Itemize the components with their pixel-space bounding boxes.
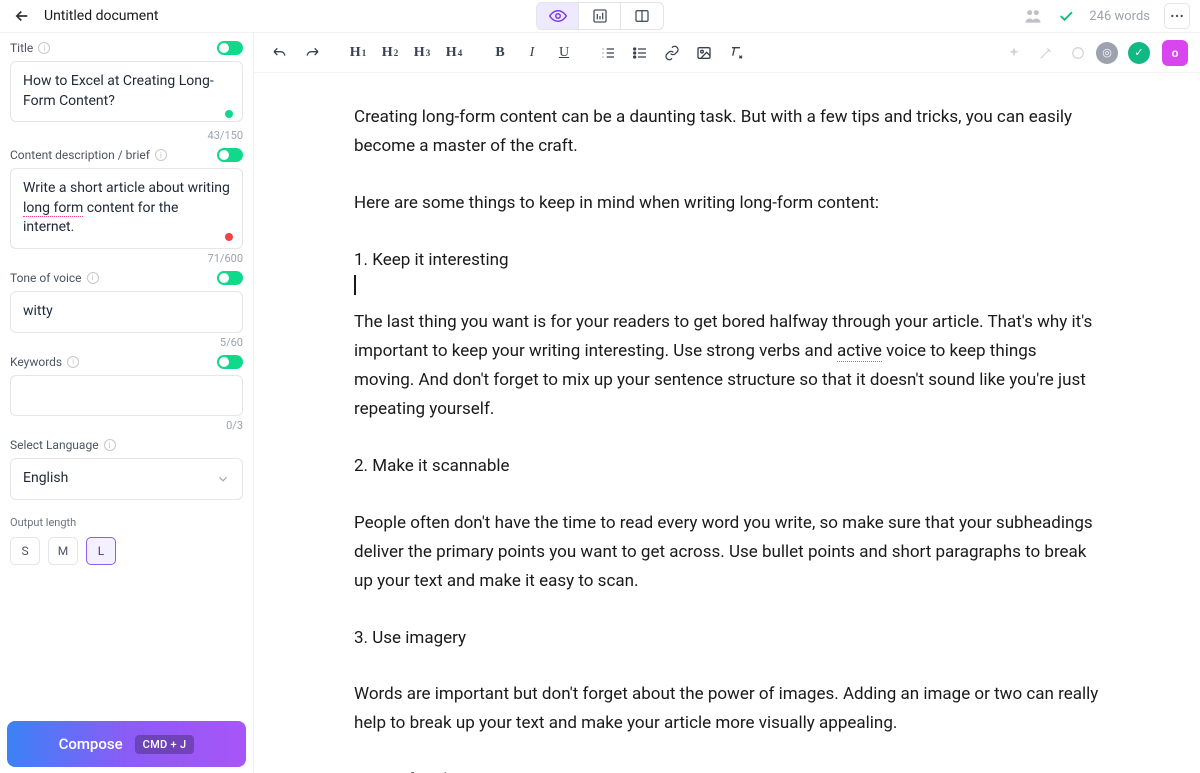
underline-button[interactable]: U [550,39,578,67]
tone-toggle[interactable] [217,271,243,285]
user-avatar[interactable]: o [1162,40,1188,66]
h1-button[interactable]: H1 [344,39,372,67]
collaborators-icon[interactable] [1023,6,1043,26]
info-icon[interactable]: i [104,439,116,451]
italic-button[interactable]: I [518,39,546,67]
title-toggle[interactable] [217,41,243,55]
title-label: Title i [10,41,50,55]
paragraph[interactable]: Here are some things to keep in mind whe… [354,189,1100,218]
tone-input[interactable] [10,291,243,333]
text-cursor [354,275,356,295]
heading-item[interactable]: 1. Keep it interesting [354,246,1100,275]
sidebar: Title i 43/150 Content description / bri… [0,32,253,773]
keywords-char-count: 0/3 [10,419,243,432]
length-option-s[interactable]: S [10,537,40,565]
brief-toggle[interactable] [217,148,243,162]
title-char-count: 43/150 [10,129,243,142]
redo-button[interactable] [298,39,326,67]
more-menu-button[interactable] [1164,3,1190,29]
title-input[interactable] [10,61,243,122]
document-title[interactable]: Untitled document [44,8,159,24]
tone-char-count: 5/60 [10,336,243,349]
mode-split-button[interactable] [621,3,663,29]
h2-button[interactable]: H2 [376,39,404,67]
language-select[interactable]: English [10,458,243,500]
length-option-m[interactable]: M [48,537,78,565]
brief-label: Content description / brief i [10,148,167,162]
ai-tool-1 [1000,39,1028,67]
info-icon[interactable]: i [155,149,167,161]
ordered-list-button[interactable] [594,39,622,67]
tone-label: Tone of voice i [10,271,99,285]
chevron-down-icon [216,472,230,486]
compose-button[interactable]: Compose CMD + J [7,721,246,767]
unordered-list-button[interactable] [626,39,654,67]
language-label: Select Language i [10,438,116,452]
status-green-icon[interactable]: ✓ [1128,42,1150,64]
bold-button[interactable]: B [486,39,514,67]
brief-input[interactable]: Write a short article about writing long… [10,168,243,249]
keywords-label: Keywords i [10,355,79,369]
paragraph[interactable]: People often don't have the time to read… [354,509,1100,596]
length-label: Output length [10,516,243,529]
length-option-l[interactable]: L [86,537,116,565]
heading-item[interactable]: 4. Proofread [354,766,1100,773]
heading-item[interactable]: 3. Use imagery [354,624,1100,653]
keywords-input[interactable] [10,375,243,417]
image-button[interactable] [690,39,718,67]
undo-button[interactable] [266,39,294,67]
ai-tool-3 [1064,39,1092,67]
brief-char-count: 71/600 [10,252,243,265]
ai-tool-2 [1032,39,1060,67]
paragraph[interactable]: Words are important but don't forget abo… [354,680,1100,738]
link-button[interactable] [658,39,686,67]
clear-format-button[interactable] [722,39,750,67]
mode-preview-button[interactable] [537,3,579,29]
paragraph[interactable]: Creating long-form content can be a daun… [354,103,1100,161]
info-icon[interactable]: i [87,272,99,284]
editor-toolbar: H1 H2 H3 H4 B I U ◎ ✓ o [254,33,1200,73]
status-gray-icon[interactable]: ◎ [1096,42,1118,64]
h3-button[interactable]: H3 [408,39,436,67]
heading-item[interactable]: 2. Make it scannable [354,452,1100,481]
keywords-toggle[interactable] [217,355,243,369]
saved-check-icon [1057,7,1075,25]
shortcut-badge: CMD + J [135,735,195,754]
paragraph[interactable]: The last thing you want is for your read… [354,308,1100,424]
editor-content[interactable]: Creating long-form content can be a daun… [254,73,1200,773]
info-icon[interactable]: i [67,356,79,368]
h4-button[interactable]: H4 [440,39,468,67]
status-dot-icon [225,233,233,241]
info-icon[interactable]: i [38,42,50,54]
back-button[interactable] [10,4,34,28]
mode-data-button[interactable] [579,3,621,29]
word-count: 246 words [1089,9,1150,24]
